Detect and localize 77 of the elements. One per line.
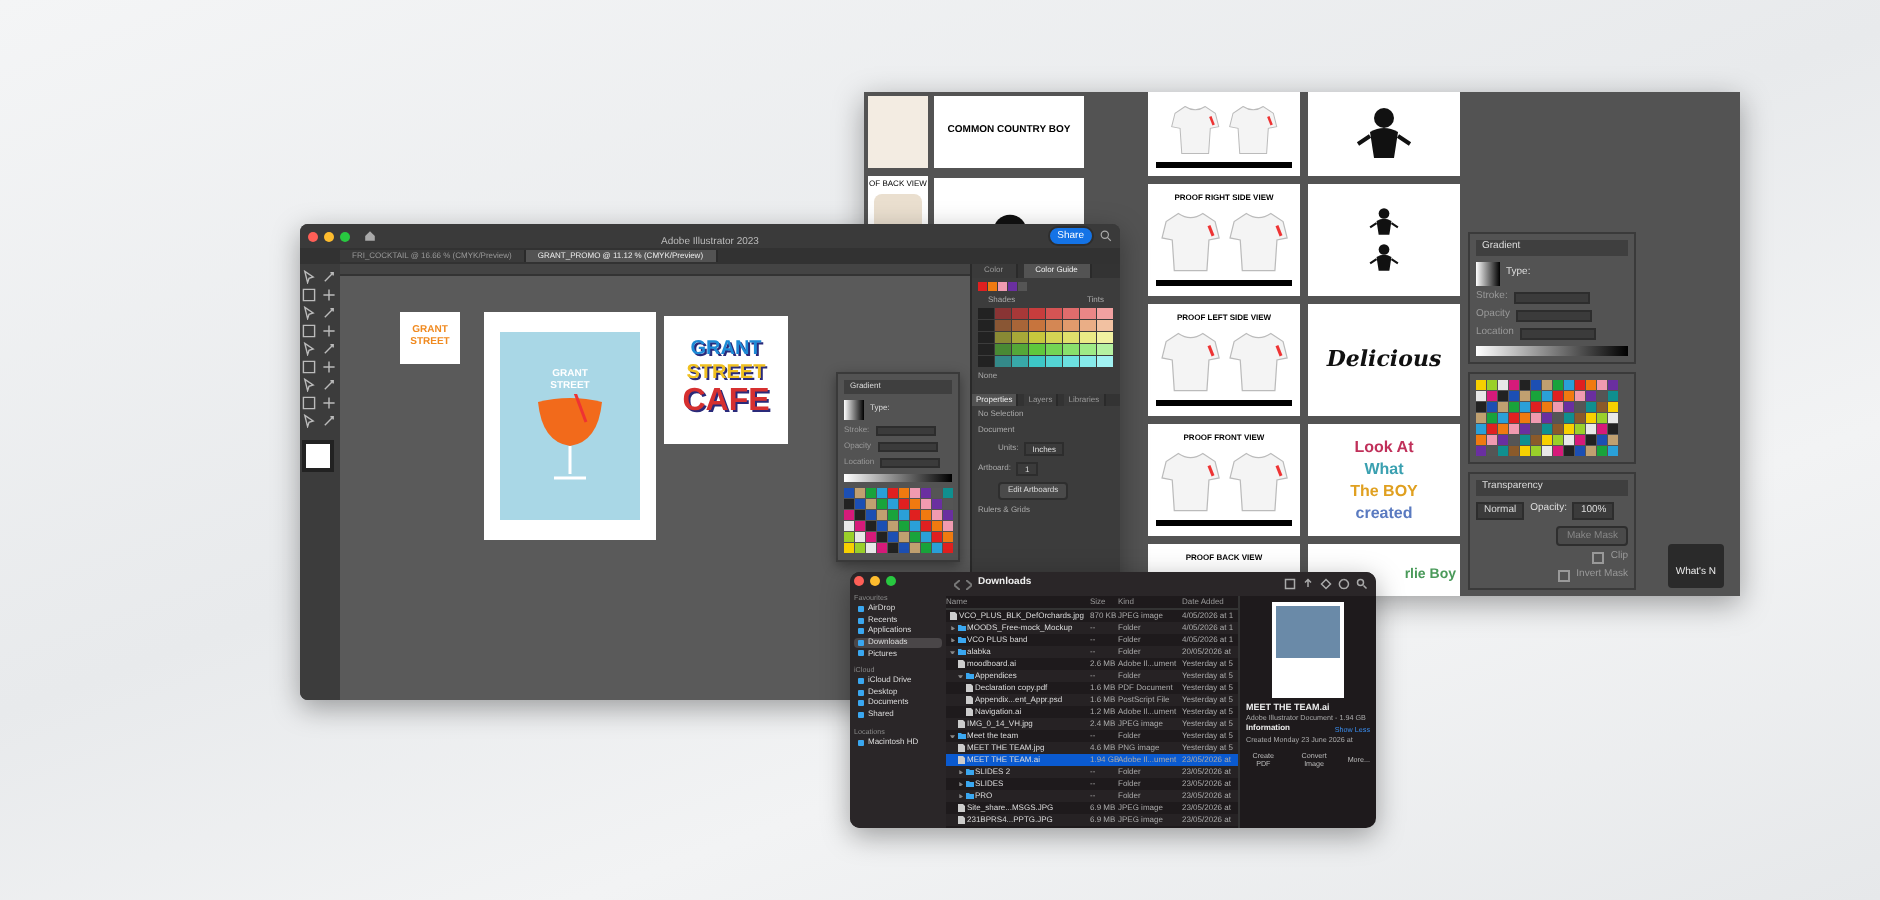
tool-icon[interactable] xyxy=(322,378,336,392)
tool-icon[interactable] xyxy=(322,342,336,356)
disclosure-icon[interactable] xyxy=(950,625,955,631)
file-icon xyxy=(958,660,965,668)
disclosure-icon[interactable] xyxy=(958,781,963,787)
swatch-grid[interactable] xyxy=(844,487,954,554)
tool-icon[interactable] xyxy=(322,396,336,410)
share-icon[interactable] xyxy=(1302,578,1314,590)
square-icon xyxy=(858,700,864,707)
swatch-grid[interactable] xyxy=(1476,379,1619,457)
tool-icon[interactable] xyxy=(322,360,336,374)
square-icon xyxy=(858,739,864,746)
forward-icon[interactable] xyxy=(966,579,972,589)
fill-stroke-swatch[interactable] xyxy=(302,440,334,472)
square-icon xyxy=(858,650,864,657)
shirt-drawing xyxy=(1170,101,1221,157)
square-icon xyxy=(858,678,864,685)
disclosure-icon[interactable] xyxy=(950,649,955,655)
square-icon xyxy=(858,689,864,696)
square-icon xyxy=(858,711,864,718)
tool-icon[interactable] xyxy=(322,270,336,284)
logo-text: STREET xyxy=(686,361,766,385)
input-field[interactable] xyxy=(880,457,941,468)
disclosure-icon[interactable] xyxy=(958,673,963,679)
disclosure-icon[interactable] xyxy=(950,733,955,739)
lettering: What xyxy=(1364,459,1404,478)
tool-icon[interactable] xyxy=(322,288,336,302)
input-field[interactable] xyxy=(1519,327,1596,340)
swatch-grid[interactable] xyxy=(978,281,1028,292)
disclosure-icon[interactable] xyxy=(958,769,963,775)
input-field[interactable] xyxy=(875,425,936,436)
shirt-drawing xyxy=(1227,207,1289,276)
view-icon[interactable] xyxy=(1284,578,1296,590)
logo-text: GRANT xyxy=(690,338,762,362)
lettering: Look At xyxy=(1354,437,1414,456)
input-field[interactable] xyxy=(877,441,938,452)
home-icon[interactable] xyxy=(364,230,376,242)
lettering: created xyxy=(1355,504,1413,523)
tool-icon[interactable] xyxy=(322,306,336,320)
shirt-drawing xyxy=(1227,447,1289,516)
photo-placeholder xyxy=(1276,606,1340,658)
shirt-drawing xyxy=(1159,207,1221,276)
lettering: The BOY xyxy=(1350,482,1418,501)
input-field[interactable] xyxy=(1513,291,1590,304)
square-icon xyxy=(858,628,864,635)
gradient-swatch[interactable] xyxy=(1476,261,1500,286)
tag-icon[interactable] xyxy=(1320,578,1332,590)
logo-text: CAFE xyxy=(682,384,770,422)
hoodie-thumbnail xyxy=(868,96,928,168)
input-field[interactable] xyxy=(1515,309,1592,322)
shirt-drawing xyxy=(1227,101,1278,157)
checkbox[interactable] xyxy=(1558,569,1571,581)
color-guide-grid[interactable] xyxy=(978,308,1114,369)
shirt-drawing xyxy=(1159,327,1221,396)
shirt-drawing xyxy=(1227,327,1289,396)
file-icon xyxy=(950,612,957,620)
gradient-swatch[interactable] xyxy=(844,399,864,420)
script-lettering: Delicious xyxy=(1326,347,1442,373)
disclosure-icon[interactable] xyxy=(958,793,963,799)
search-icon[interactable] xyxy=(1356,578,1368,590)
more-icon[interactable] xyxy=(1338,578,1350,590)
checkbox[interactable] xyxy=(1592,551,1605,563)
shirt-drawing xyxy=(1159,447,1221,516)
window-controls[interactable] xyxy=(308,231,350,241)
ink-figure-drawing xyxy=(1354,104,1414,164)
ink-figure-drawing xyxy=(1366,242,1402,274)
folder-icon xyxy=(965,672,973,680)
gradient-preview xyxy=(844,473,952,482)
ink-figure-drawing xyxy=(1366,206,1402,238)
square-icon xyxy=(858,617,864,624)
tool-icon[interactable] xyxy=(322,414,336,428)
disclosure-icon[interactable] xyxy=(950,637,955,643)
search-icon[interactable] xyxy=(1100,230,1112,242)
square-icon xyxy=(858,639,864,646)
square-icon xyxy=(858,605,864,612)
tool-icon[interactable] xyxy=(322,324,336,338)
back-icon[interactable] xyxy=(954,579,960,589)
